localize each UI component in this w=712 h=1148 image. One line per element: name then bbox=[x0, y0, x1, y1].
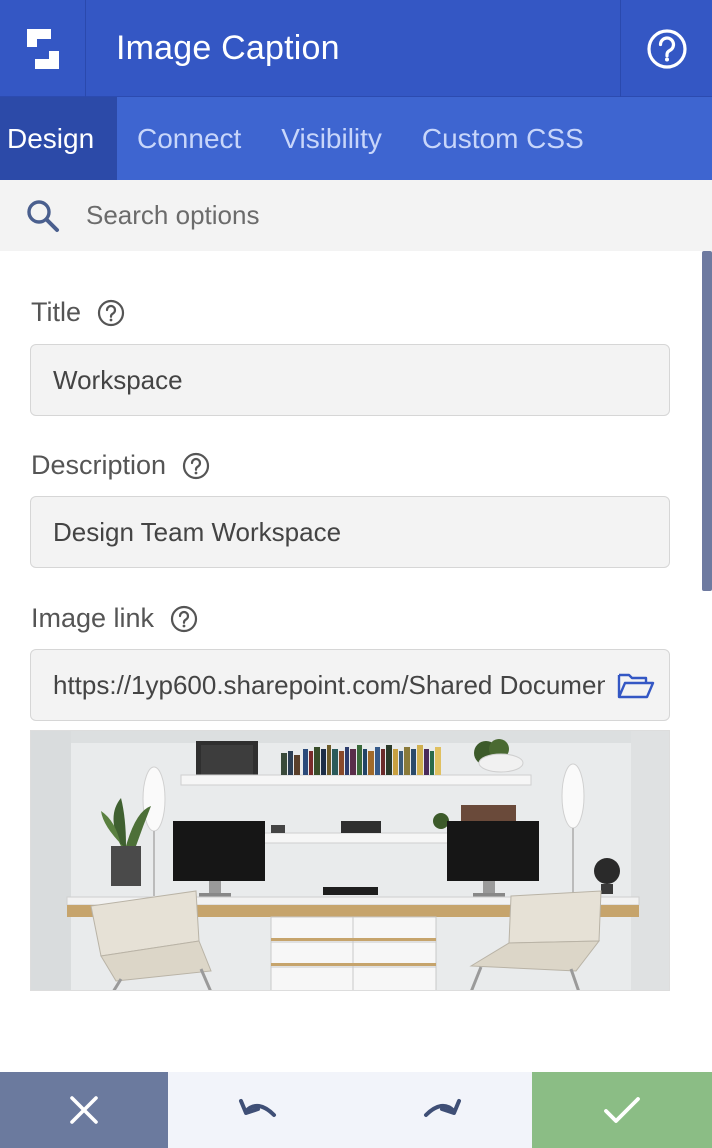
title-value: Workspace bbox=[53, 364, 183, 395]
cancel-button[interactable] bbox=[0, 1072, 168, 1148]
tab-design[interactable]: Design bbox=[0, 97, 117, 180]
title-label: Title bbox=[31, 297, 125, 328]
help-circle-icon[interactable] bbox=[620, 0, 712, 97]
folder-open-icon[interactable] bbox=[617, 670, 655, 709]
apply-button[interactable] bbox=[532, 1072, 712, 1148]
header: Image Caption bbox=[0, 0, 712, 97]
image-caption-panel: Image Caption Design Connect Visibility … bbox=[0, 0, 712, 1148]
redo-icon bbox=[424, 1099, 461, 1117]
image-link-label: Image link bbox=[31, 603, 198, 634]
workspace-image bbox=[31, 731, 669, 990]
tab-custom-css[interactable]: Custom CSS bbox=[402, 97, 604, 180]
scrollbar[interactable] bbox=[702, 251, 712, 591]
tab-visibility[interactable]: Visibility bbox=[261, 97, 402, 180]
help-circle-icon[interactable] bbox=[182, 452, 210, 480]
help-circle-icon[interactable] bbox=[170, 605, 198, 633]
app-logo-icon bbox=[0, 0, 86, 97]
undo-icon bbox=[239, 1099, 276, 1117]
close-icon bbox=[70, 1096, 98, 1124]
title-field[interactable]: Workspace bbox=[30, 344, 670, 416]
tab-bar: Design Connect Visibility Custom CSS bbox=[0, 97, 712, 180]
search-bar bbox=[0, 180, 712, 251]
tab-connect[interactable]: Connect bbox=[117, 97, 261, 180]
description-field[interactable]: Design Team Workspace bbox=[30, 496, 670, 568]
title-label-text: Title bbox=[31, 297, 82, 327]
description-value: Design Team Workspace bbox=[53, 516, 342, 547]
search-input[interactable] bbox=[86, 200, 646, 231]
description-label: Description bbox=[31, 450, 210, 481]
help-circle-icon[interactable] bbox=[97, 299, 125, 327]
panel-title: Image Caption bbox=[116, 28, 340, 67]
image-preview bbox=[30, 730, 670, 991]
description-label-text: Description bbox=[31, 450, 167, 480]
image-link-value: https://1yp600.sharepoint.com/Shared Doc… bbox=[53, 669, 605, 700]
image-link-field[interactable]: https://1yp600.sharepoint.com/Shared Doc… bbox=[30, 649, 670, 721]
footer-toolbar bbox=[0, 1072, 712, 1148]
redo-button[interactable] bbox=[350, 1072, 532, 1148]
search-icon bbox=[0, 180, 86, 251]
check-icon bbox=[604, 1097, 640, 1123]
image-link-label-text: Image link bbox=[31, 603, 155, 633]
undo-button[interactable] bbox=[168, 1072, 350, 1148]
